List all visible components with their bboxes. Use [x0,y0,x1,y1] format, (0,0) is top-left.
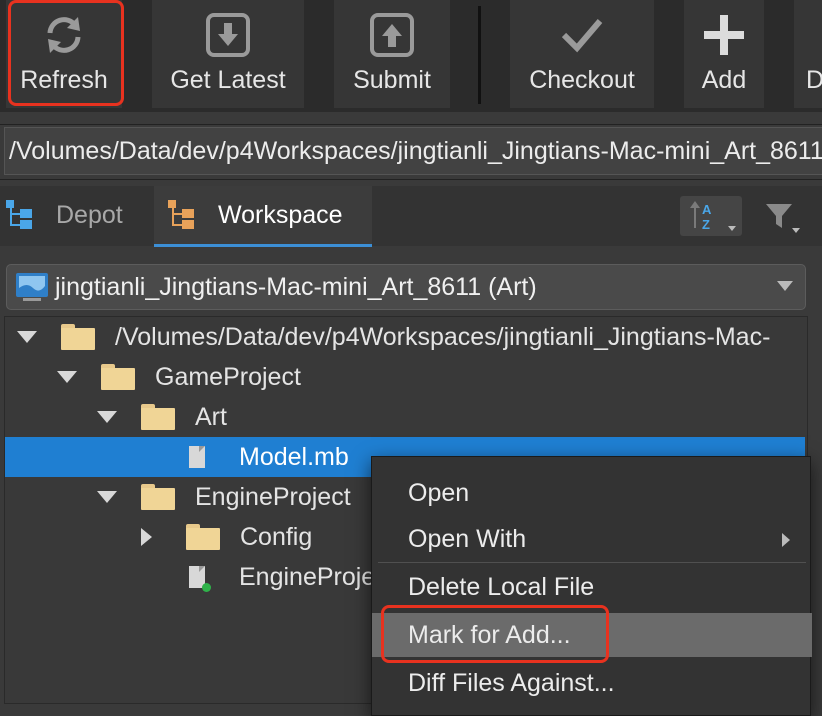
tree-row-label: Art [195,402,227,431]
download-icon [205,12,251,58]
folder-icon [141,484,175,510]
tree-row-gameproject[interactable]: GameProject [5,357,805,397]
tab-depot[interactable]: Depot [4,186,144,244]
workspace-path-field[interactable]: /Volumes/Data/dev/p4Workspaces/jingtianl… [4,127,822,175]
toolbar: Refresh Get Latest Submit Checkout Add D [0,0,822,112]
workspace-select[interactable]: jingtianli_Jingtians-Mac-mini_Art_8611 (… [6,264,806,310]
tab-bar: Depot Workspace A Z [0,186,822,247]
chevron-right-icon [782,533,790,547]
refresh-highlight [8,0,124,106]
add-button[interactable]: Add [684,0,764,108]
chevron-down-icon [777,281,793,291]
context-menu: Open Open With Delete Local File Mark fo… [371,456,812,716]
checkmark-icon [559,12,605,58]
file-icon [189,446,205,468]
mark-for-add-highlight [381,605,609,663]
tree-row-label: GameProject [155,362,301,391]
svg-text:A: A [702,202,712,217]
workspace-computer-icon [16,273,48,301]
delete-button[interactable]: D [794,0,822,108]
menu-item-open-with-label: Open With [408,524,527,553]
expand-arrow-icon[interactable] [97,491,117,503]
path-bar: /Volumes/Data/dev/p4Workspaces/jingtianl… [0,124,822,180]
menu-item-diff-files-against[interactable]: Diff Files Against... [372,661,812,705]
tab-depot-label: Depot [56,200,123,229]
folder-icon [141,404,175,430]
delete-label: D [806,66,822,94]
folder-icon [61,324,95,350]
tree-row-label: Config [240,522,313,551]
tree-row-label: EngineProject [195,482,351,511]
collapse-arrow-icon[interactable] [141,528,152,546]
workspace-select-value: jingtianli_Jingtians-Mac-mini_Art_8611 (… [55,272,537,301]
workspace-icon [168,200,194,229]
checkout-label: Checkout [529,66,635,94]
filter-icon [766,204,800,233]
toolbar-divider [478,6,481,104]
expand-arrow-icon[interactable] [17,331,37,343]
folder-icon [101,364,135,390]
submit-button[interactable]: Submit [334,0,450,108]
tab-workspace[interactable]: Workspace [154,186,372,247]
tree-row-label: Model.mb [239,442,349,471]
delete-icon [794,12,822,58]
expand-arrow-icon[interactable] [97,411,117,423]
svg-text:Z: Z [702,217,710,232]
tree-row-art[interactable]: Art [5,397,805,437]
menu-separator [378,562,806,563]
tree-row-label: EngineProje [239,562,376,591]
get-latest-label: Get Latest [170,66,286,94]
folder-icon [186,524,220,550]
expand-arrow-icon[interactable] [57,371,77,383]
menu-item-delete-local-file[interactable]: Delete Local File [372,565,812,609]
menu-item-open[interactable]: Open [372,471,812,515]
sort-button[interactable]: A Z [680,196,742,236]
sort-az-icon: A Z [690,201,736,232]
add-label: Add [701,66,747,94]
submit-label: Submit [353,66,431,94]
depot-icon [6,200,32,229]
checkout-button[interactable]: Checkout [510,0,654,108]
tab-workspace-label: Workspace [218,200,343,229]
filter-button[interactable] [760,196,806,236]
tree-row-label: /Volumes/Data/dev/p4Workspaces/jingtianl… [115,322,771,351]
menu-item-open-with[interactable]: Open With [372,517,812,561]
get-latest-button[interactable]: Get Latest [152,0,304,108]
upload-icon [369,12,415,58]
tree-row-root[interactable]: /Volumes/Data/dev/p4Workspaces/jingtianl… [5,317,805,357]
plus-icon [701,12,747,58]
file-add-icon [189,566,211,592]
